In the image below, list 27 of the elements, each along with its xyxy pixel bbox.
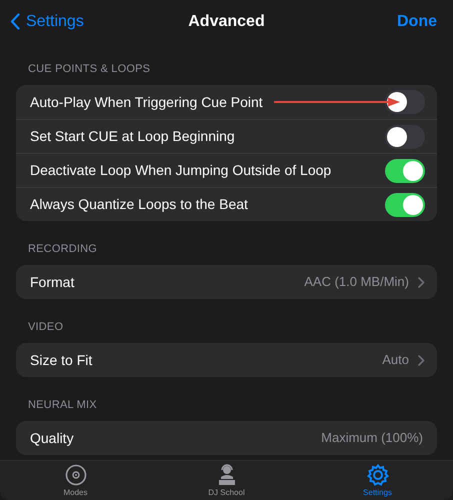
setting-label: Set Start CUE at Loop Beginning [30, 127, 236, 146]
setting-value: Maximum (100%) [321, 429, 423, 448]
tab-bar-item[interactable]: Modes [0, 461, 151, 500]
section-header: VIDEO [28, 320, 64, 335]
settings-icon [366, 464, 388, 486]
setting-label: Quality [30, 428, 75, 448]
setting-label: Deactivate Loop When Jumping Outside of Loop [30, 161, 332, 180]
toggle-switch[interactable] [385, 158, 425, 182]
setting-value: AAC (1.0 MB/Min) [304, 273, 409, 292]
setting-label: Always Quantize Loops to the Beat [30, 195, 249, 214]
done-button[interactable]: Done [396, 10, 437, 34]
setting-label: Size to Fit [30, 350, 94, 370]
setting-label: Format [30, 272, 76, 292]
back-button[interactable]: Settings [10, 10, 84, 34]
setting-value: Auto [382, 351, 409, 370]
section-header: CUE POINTS & LOOPS [28, 62, 150, 77]
toggle-switch[interactable] [385, 192, 425, 216]
section-header: NEURAL MIX [28, 398, 97, 413]
toggle-switch[interactable] [385, 124, 425, 148]
tab-bar-item[interactable]: Settings [302, 461, 453, 500]
tab-bar-item[interactable]: DJ School [151, 461, 302, 500]
disc-icon [64, 464, 86, 486]
setting-label: Auto-Play When Triggering Cue Point [30, 92, 264, 112]
back-chevron-icon [10, 13, 20, 30]
section-header: RECORDING [28, 242, 98, 257]
toggle-switch[interactable] [385, 90, 425, 114]
screen-title: Advanced [188, 12, 265, 32]
